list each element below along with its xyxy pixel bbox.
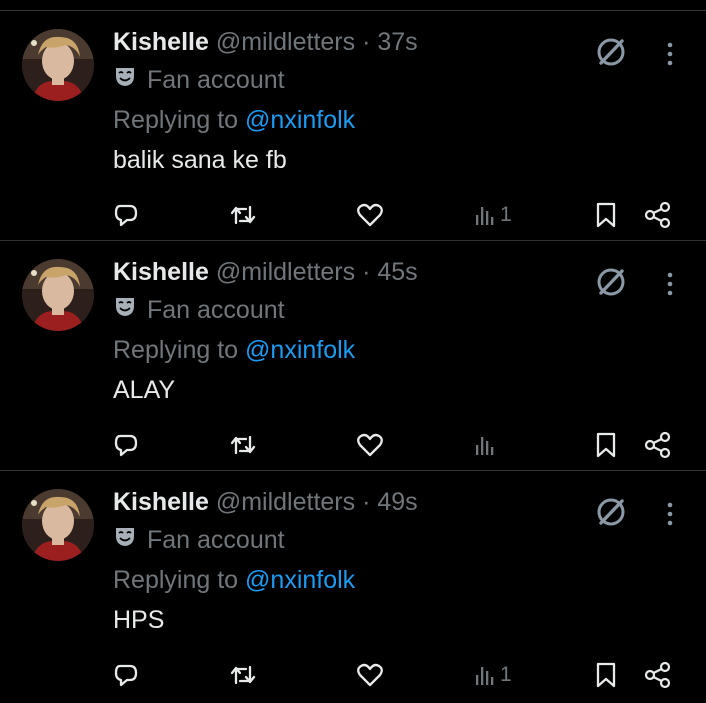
tweet-actions: 1 xyxy=(0,655,706,695)
tweet-text: HPS xyxy=(113,606,165,634)
tweet-card[interactable]: Kishelle @mildletters · 45s Fan account … xyxy=(0,241,706,471)
views-button[interactable] xyxy=(474,425,500,465)
separator-dot: · xyxy=(362,28,371,56)
tweet-actions: 1 xyxy=(0,195,706,235)
bookmark-icon xyxy=(594,431,618,459)
mention-link[interactable]: @nxinfolk xyxy=(245,106,355,134)
top-divider xyxy=(0,0,706,11)
more-vertical-icon[interactable] xyxy=(660,497,680,531)
tweet-header: Kishelle @mildletters · 49s xyxy=(113,487,418,517)
timestamp[interactable]: 45s xyxy=(377,258,417,286)
share-icon xyxy=(644,431,672,459)
tweet-actions xyxy=(0,425,706,465)
reply-button[interactable] xyxy=(112,425,140,465)
retweet-icon xyxy=(228,431,258,459)
tweet-card[interactable]: Kishelle @mildletters · 37s Fan account … xyxy=(0,11,706,241)
mention-link[interactable]: @nxinfolk xyxy=(245,566,355,594)
replying-prefix: Replying to xyxy=(113,566,246,594)
share-button[interactable] xyxy=(644,655,672,695)
display-name[interactable]: Kishelle xyxy=(113,28,209,56)
mute-icon[interactable] xyxy=(594,265,628,299)
affiliation-badge: Fan account xyxy=(113,64,285,95)
mute-icon[interactable] xyxy=(594,495,628,529)
tweet-header: Kishelle @mildletters · 45s xyxy=(113,257,418,287)
retweet-button[interactable] xyxy=(228,655,258,695)
mute-icon[interactable] xyxy=(594,35,628,69)
tweet-text: balik sana ke fb xyxy=(113,146,287,174)
reply-icon xyxy=(112,661,140,689)
bookmark-button[interactable] xyxy=(594,195,618,235)
views-icon xyxy=(474,201,498,229)
affiliation-badge: Fan account xyxy=(113,294,285,325)
reply-icon xyxy=(112,431,140,459)
avatar[interactable] xyxy=(22,259,94,331)
user-handle[interactable]: @mildletters xyxy=(216,488,355,516)
separator-dot: · xyxy=(362,258,371,286)
bookmark-icon xyxy=(594,661,618,689)
badge-label: Fan account xyxy=(147,65,285,94)
replying-prefix: Replying to xyxy=(113,106,246,134)
like-button[interactable] xyxy=(356,425,384,465)
tweet-header: Kishelle @mildletters · 37s xyxy=(113,27,418,57)
replying-prefix: Replying to xyxy=(113,336,246,364)
badge-label: Fan account xyxy=(147,295,285,324)
views-button[interactable]: 1 xyxy=(474,195,512,235)
heart-icon xyxy=(356,661,384,689)
share-button[interactable] xyxy=(644,195,672,235)
separator-dot: · xyxy=(362,488,371,516)
display-name[interactable]: Kishelle xyxy=(113,488,209,516)
like-button[interactable] xyxy=(356,195,384,235)
mention-link[interactable]: @nxinfolk xyxy=(245,336,355,364)
user-handle[interactable]: @mildletters xyxy=(216,28,355,56)
retweet-button[interactable] xyxy=(228,425,258,465)
views-count: 1 xyxy=(500,663,512,686)
reply-button[interactable] xyxy=(112,195,140,235)
heart-icon xyxy=(356,201,384,229)
retweet-button[interactable] xyxy=(228,195,258,235)
bookmark-button[interactable] xyxy=(594,425,618,465)
reply-button[interactable] xyxy=(112,655,140,695)
timestamp[interactable]: 49s xyxy=(377,488,417,516)
timestamp[interactable]: 37s xyxy=(377,28,417,56)
theater-mask-icon xyxy=(113,64,137,95)
share-icon xyxy=(644,661,672,689)
tweet-card[interactable]: Kishelle @mildletters · 49s Fan account … xyxy=(0,471,706,701)
badge-label: Fan account xyxy=(147,525,285,554)
share-icon xyxy=(644,201,672,229)
retweet-icon xyxy=(228,661,258,689)
bookmark-button[interactable] xyxy=(594,655,618,695)
bookmark-icon xyxy=(594,201,618,229)
like-button[interactable] xyxy=(356,655,384,695)
tweet-text: ALAY xyxy=(113,376,176,404)
avatar[interactable] xyxy=(22,29,94,101)
views-icon xyxy=(474,661,498,689)
retweet-icon xyxy=(228,201,258,229)
more-vertical-icon[interactable] xyxy=(660,267,680,301)
views-icon xyxy=(474,431,498,459)
heart-icon xyxy=(356,431,384,459)
user-handle[interactable]: @mildletters xyxy=(216,258,355,286)
replying-to: Replying to @nxinfolk xyxy=(113,105,355,135)
theater-mask-icon xyxy=(113,524,137,555)
replying-to: Replying to @nxinfolk xyxy=(113,565,355,595)
replying-to: Replying to @nxinfolk xyxy=(113,335,355,365)
theater-mask-icon xyxy=(113,294,137,325)
more-vertical-icon[interactable] xyxy=(660,37,680,71)
views-count: 1 xyxy=(500,203,512,226)
affiliation-badge: Fan account xyxy=(113,524,285,555)
views-button[interactable]: 1 xyxy=(474,655,512,695)
reply-icon xyxy=(112,201,140,229)
share-button[interactable] xyxy=(644,425,672,465)
avatar[interactable] xyxy=(22,489,94,561)
display-name[interactable]: Kishelle xyxy=(113,258,209,286)
